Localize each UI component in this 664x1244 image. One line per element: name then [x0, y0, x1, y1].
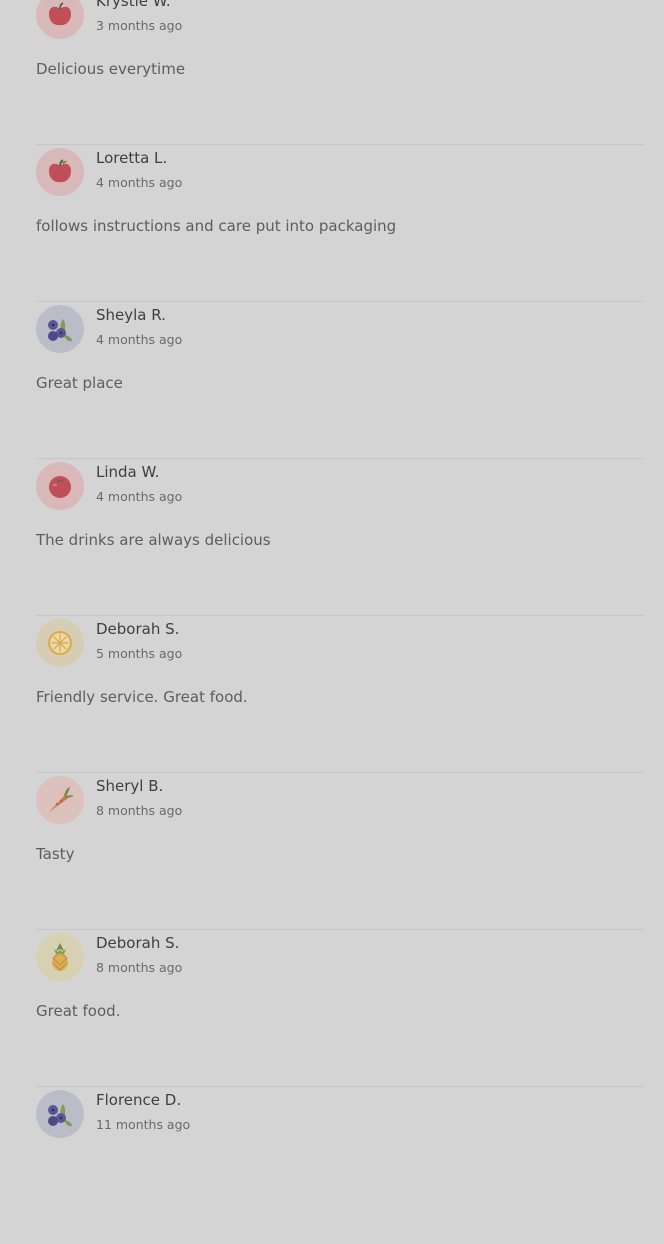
review-item: Deborah S. 5 months ago Friendly service…	[36, 616, 644, 773]
review-item: Deborah S. 8 months ago Great food.	[36, 930, 644, 1087]
reviewer-name: Florence D.	[96, 1091, 182, 1109]
review-item: Linda W. 4 months ago The drinks are alw…	[36, 459, 644, 616]
avatar	[36, 776, 84, 824]
reviewer-name: Sheryl B.	[96, 777, 164, 795]
review-item: Krystle W. 3 months ago Delicious everyt…	[36, 0, 644, 145]
review-item: Loretta L. 4 months ago follows instruct…	[36, 145, 644, 302]
review-time: 11 months ago	[96, 1117, 191, 1132]
apple-icon	[49, 2, 71, 26]
reviewer-name: Loretta L.	[96, 149, 168, 167]
review-item: Sheryl B. 8 months ago Tasty	[36, 773, 644, 930]
review-text: Delicious everytime	[36, 60, 186, 78]
reviewer-name: Linda W.	[96, 463, 160, 481]
review-time: 4 months ago	[96, 175, 183, 190]
review-item: Sheyla R. 4 months ago Great place	[36, 302, 644, 459]
tomato-icon	[49, 476, 71, 498]
review-time: 8 months ago	[96, 803, 183, 818]
blueberries-icon	[48, 1104, 72, 1127]
reviewer-name: Krystle W.	[96, 0, 171, 10]
avatar	[36, 619, 84, 667]
review-time: 8 months ago	[96, 960, 183, 975]
review-text: follows instructions and care put into p…	[36, 217, 397, 235]
avatar	[36, 933, 84, 981]
review-text: Tasty	[36, 845, 75, 863]
review-time: 4 months ago	[96, 332, 183, 347]
pineapple-icon	[52, 943, 68, 971]
blueberries-icon	[48, 319, 72, 342]
review-time: 4 months ago	[96, 489, 183, 504]
review-item: Florence D. 11 months ago	[36, 1087, 644, 1244]
reviews-list: Krystle W. 3 months ago Delicious everyt…	[0, 0, 664, 1139]
avatar	[36, 1090, 84, 1138]
carrot-icon	[49, 787, 74, 812]
apple-icon	[49, 159, 71, 183]
avatar	[36, 148, 84, 196]
reviewer-name: Deborah S.	[96, 934, 180, 952]
review-text: Great food.	[36, 1002, 121, 1020]
review-time: 3 months ago	[96, 18, 183, 33]
review-text: Great place	[36, 374, 123, 392]
lemon-slice-icon	[48, 631, 72, 655]
avatar	[36, 462, 84, 510]
reviewer-name: Deborah S.	[96, 620, 180, 638]
avatar	[36, 0, 84, 39]
review-time: 5 months ago	[96, 646, 183, 661]
review-text: Friendly service. Great food.	[36, 688, 248, 706]
reviewer-name: Sheyla R.	[96, 306, 166, 324]
review-text: The drinks are always delicious	[36, 531, 271, 549]
avatar	[36, 305, 84, 353]
